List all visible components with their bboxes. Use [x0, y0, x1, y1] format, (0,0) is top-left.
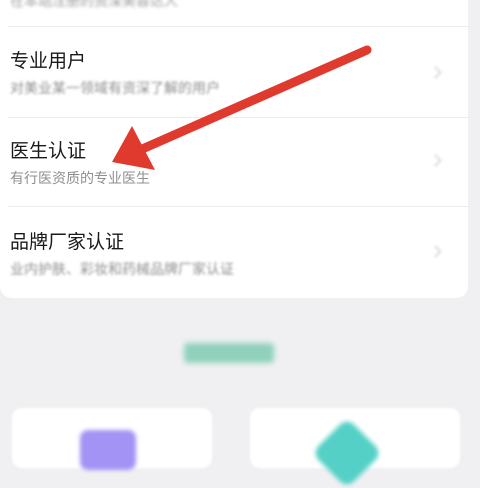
red-arrow-annotation — [112, 45, 372, 170]
section-banner — [184, 343, 274, 363]
feature-icon-purple — [80, 430, 136, 470]
